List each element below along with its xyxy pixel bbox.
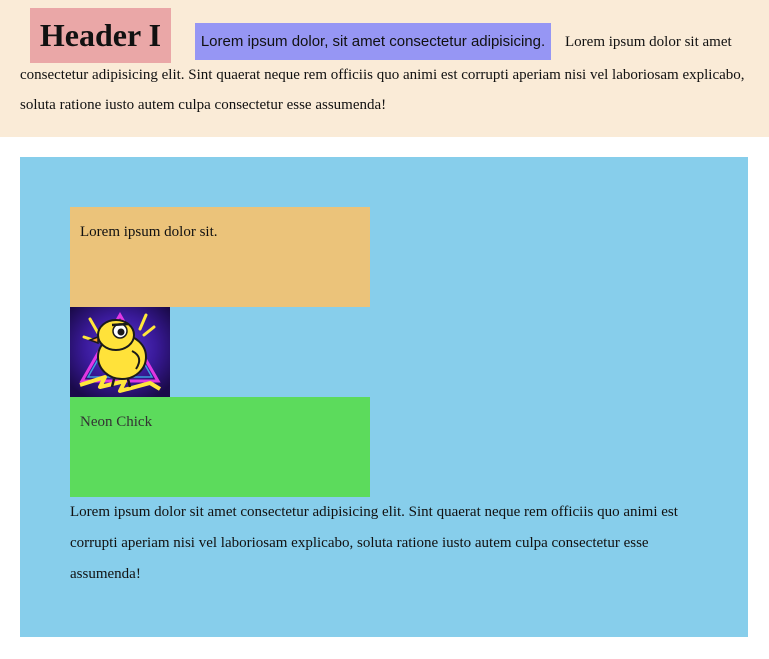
page-title: Header I: [30, 8, 171, 63]
neon-chick-caption: Neon Chick: [80, 414, 153, 430]
highlight-box: Lorem ipsum dolor, sit amet consectetur …: [195, 23, 551, 60]
chick-illustration: [70, 307, 170, 397]
panel-paragraph: Lorem ipsum dolor sit amet consectetur a…: [70, 504, 678, 582]
neon-chick-image: [70, 307, 170, 397]
main-panel: Lorem ipsum dolor sit. Neon Chick Lorem …: [20, 157, 748, 637]
intro-paragraph: consectetur adipisicing elit. Sint quaer…: [20, 67, 745, 113]
lorem-card: Lorem ipsum dolor sit.: [70, 207, 370, 307]
top-section: Header I Lorem ipsum dolor, sit amet con…: [0, 0, 769, 137]
intro-paragraph-start: Lorem ipsum dolor sit amet: [565, 34, 732, 50]
neon-chick-card: Neon Chick: [70, 397, 370, 497]
lorem-card-text: Lorem ipsum dolor sit.: [80, 224, 218, 240]
